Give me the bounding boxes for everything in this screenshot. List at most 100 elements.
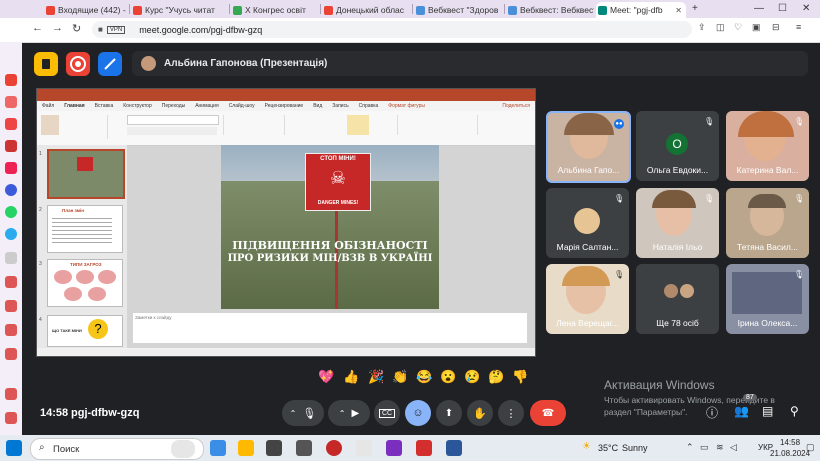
screenshot-icon[interactable]: ◫ bbox=[716, 22, 725, 33]
messenger-icon[interactable] bbox=[5, 184, 17, 196]
record-button[interactable] bbox=[66, 52, 90, 76]
mic-button[interactable]: ⌃ 🎙 bbox=[282, 400, 324, 426]
browser-tab[interactable]: Донецький облас bbox=[322, 2, 410, 18]
raise-hand-button[interactable]: ✋ bbox=[467, 400, 493, 426]
clock-icon[interactable] bbox=[5, 324, 17, 336]
paste-icon bbox=[41, 115, 59, 135]
slide-thumbnail-1[interactable] bbox=[47, 149, 125, 199]
music-icon[interactable] bbox=[5, 96, 17, 108]
minimize-icon[interactable]: — bbox=[754, 3, 764, 14]
present-button[interactable]: ⬆ bbox=[436, 400, 462, 426]
clock-time[interactable]: 14:58 bbox=[780, 438, 800, 447]
participant-tile[interactable]: 🎙 Ірина Олекса... bbox=[726, 264, 809, 334]
slide-thumbnail-3[interactable]: ТИПИ ЗАГРОЗ bbox=[47, 259, 123, 307]
camera-button[interactable]: ⌃ ▶ bbox=[328, 400, 370, 426]
telegram-icon[interactable] bbox=[5, 228, 17, 240]
word-icon[interactable] bbox=[446, 440, 462, 456]
laugh-reaction-icon[interactable]: 😂 bbox=[416, 369, 432, 385]
shared-screen[interactable]: Файл Главная Вставка Конструктор Переход… bbox=[36, 88, 536, 357]
end-call-button[interactable]: ☎ bbox=[530, 400, 566, 426]
store-icon[interactable] bbox=[266, 440, 282, 456]
party-reaction-icon[interactable]: 🎉 bbox=[368, 369, 384, 385]
app-icon[interactable] bbox=[5, 140, 17, 152]
close-tab-icon[interactable]: ✕ bbox=[675, 6, 682, 15]
mic-off-icon: 🎙 bbox=[704, 194, 715, 203]
slide-thumbnail-2[interactable]: План змін bbox=[47, 205, 123, 253]
maximize-icon[interactable]: ☐ bbox=[778, 3, 787, 14]
new-tab-button[interactable]: + bbox=[692, 3, 698, 14]
file-explorer-icon[interactable] bbox=[238, 440, 254, 456]
powerpoint-icon[interactable] bbox=[416, 440, 432, 456]
browser-tab[interactable]: Курс "Учусь читат bbox=[131, 2, 227, 18]
slide-thumbnail-4[interactable]: ЩО ТАКЕ МІНИ ? bbox=[47, 315, 123, 347]
share-icon[interactable]: ⇪ bbox=[698, 22, 706, 33]
gallery-icon[interactable] bbox=[5, 388, 17, 400]
aria-icon[interactable] bbox=[5, 162, 17, 174]
hair-shape bbox=[738, 111, 794, 137]
bookmarks-icon[interactable] bbox=[5, 300, 17, 312]
whatsapp-icon[interactable] bbox=[5, 206, 17, 218]
browser-tab-active[interactable]: Meet: "pgj-dfb ✕ bbox=[596, 2, 686, 18]
whiteboard-button[interactable] bbox=[98, 52, 122, 76]
back-icon[interactable]: ← bbox=[32, 22, 43, 34]
participant-tile[interactable]: 🎙 Наталія Ільо bbox=[636, 188, 719, 258]
browser-tab[interactable]: Входящие (442) - bbox=[44, 2, 128, 18]
browser-tab[interactable]: X Конгрес освіт bbox=[231, 2, 319, 18]
close-window-icon[interactable]: ✕ bbox=[802, 3, 810, 14]
url-input[interactable]: ■ VPN meet.google.com/pgj-dfbw-gzq bbox=[92, 21, 692, 38]
participant-tile[interactable]: 🎙 Катерина Вал... bbox=[726, 111, 809, 181]
more-icon[interactable] bbox=[5, 412, 17, 424]
chevron-up-icon[interactable]: ⌃ bbox=[686, 442, 694, 453]
more-options-button[interactable]: ⋮ bbox=[498, 400, 524, 426]
participant-tile[interactable]: 🎙 Лена Верещаг... bbox=[546, 264, 629, 334]
bookmark-icon[interactable]: ♡ bbox=[734, 22, 742, 33]
info-icon[interactable]: ⓘ bbox=[706, 404, 718, 421]
surprised-reaction-icon[interactable]: 😮 bbox=[440, 369, 456, 385]
chat-icon[interactable]: ▤ bbox=[762, 404, 773, 418]
reactions-button[interactable]: ☺ bbox=[405, 400, 431, 426]
history-icon[interactable] bbox=[5, 276, 17, 288]
thinking-reaction-icon[interactable]: 🤔 bbox=[488, 369, 504, 385]
volume-icon[interactable]: ◁ bbox=[730, 442, 737, 453]
windows-start-icon[interactable] bbox=[6, 440, 22, 456]
clock-date[interactable]: 21.08.2024 bbox=[770, 449, 810, 458]
extension-icon[interactable]: ▣ bbox=[752, 22, 761, 33]
participant-tile[interactable]: 🎙 Марія Салтан... bbox=[546, 188, 629, 258]
ppt-status-bar bbox=[37, 348, 535, 356]
sad-reaction-icon[interactable]: 😢 bbox=[464, 369, 480, 385]
clap-reaction-icon[interactable]: 👏 bbox=[392, 369, 408, 385]
viber-icon[interactable] bbox=[386, 440, 402, 456]
thumbs-up-reaction-icon[interactable]: 👍 bbox=[343, 369, 359, 385]
activities-icon[interactable]: ⚲ bbox=[790, 404, 799, 418]
network-icon[interactable]: ▭ bbox=[700, 442, 709, 453]
participant-tile[interactable]: ●● Альбина Гапо... bbox=[546, 111, 631, 183]
taskbar-search[interactable]: ⌕ Поиск bbox=[30, 438, 204, 460]
thumbs-down-reaction-icon[interactable]: 👎 bbox=[512, 369, 528, 385]
edge-icon[interactable] bbox=[210, 440, 226, 456]
browser-tab[interactable]: Вебквест: Вебквест bbox=[506, 2, 594, 18]
speedometer-icon[interactable] bbox=[5, 118, 17, 130]
people-icon[interactable]: 👥 bbox=[734, 404, 749, 418]
participant-tile[interactable]: О 🎙 Ольга Евдоки... bbox=[636, 111, 719, 181]
app-icon[interactable] bbox=[296, 440, 312, 456]
slide-thumbnails[interactable]: 1 2 План змін 3 ТИПИ ЗАГРОЗ 4 ЩО ТАКЕ МІ… bbox=[37, 145, 127, 349]
notifications-icon[interactable]: ▢ bbox=[806, 442, 815, 453]
opera-icon[interactable] bbox=[326, 440, 342, 456]
vpn-badge[interactable]: VPN bbox=[106, 25, 126, 34]
app-icon[interactable] bbox=[356, 440, 372, 456]
meeting-time: 14:58 bbox=[40, 407, 69, 419]
wifi-icon[interactable]: ≋ bbox=[716, 442, 724, 453]
participant-tile[interactable]: Ще 78 осіб bbox=[636, 264, 719, 334]
participant-tile[interactable]: 🎙 Тетяна Васил... bbox=[726, 188, 809, 258]
captions-button[interactable]: CC bbox=[374, 400, 400, 426]
wallet-icon[interactable]: ⊟ bbox=[772, 22, 780, 33]
forward-icon[interactable]: → bbox=[52, 22, 63, 34]
heart-reaction-icon[interactable]: 💖 bbox=[318, 369, 334, 385]
opera-icon[interactable] bbox=[5, 74, 17, 86]
mute-pin-button[interactable] bbox=[34, 52, 58, 76]
reload-icon[interactable]: ↻ bbox=[72, 22, 81, 35]
slide-notes[interactable]: Заметки к слайду bbox=[133, 313, 527, 343]
browser-tab[interactable]: Вебквест "Здоров bbox=[414, 2, 502, 18]
menu-icon[interactable]: ≡ bbox=[796, 22, 801, 32]
settings-icon[interactable] bbox=[5, 348, 17, 360]
